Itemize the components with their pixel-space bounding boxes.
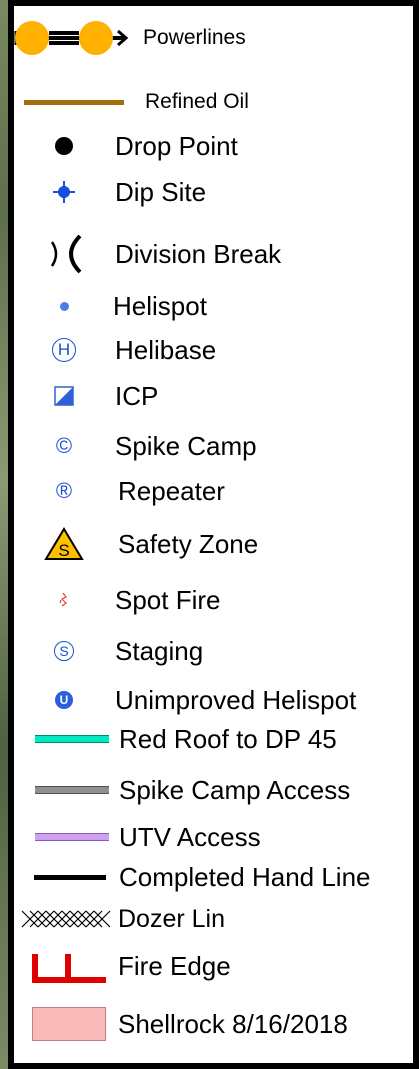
legend-label: Repeater <box>118 475 225 506</box>
legend-item-red-roof-to-dp-45: Red Roof to DP 45 <box>14 721 413 757</box>
legend-label: Spike Camp <box>115 430 257 461</box>
legend-item-powerlines: Powerlines <box>14 20 413 56</box>
legend-item-drop-point: Drop Point <box>14 128 413 164</box>
legend-item-staging: S Staging <box>14 633 413 669</box>
black-dot-icon <box>55 137 73 155</box>
legend-label: Dip Site <box>115 176 207 207</box>
division-break-icon <box>50 234 82 274</box>
legend-item-utv-access: UTV Access <box>14 819 413 855</box>
teal-line-icon <box>35 735 109 743</box>
legend-item-repeater: ® Repeater <box>14 473 413 509</box>
legend-label: Unimproved Helispot <box>115 684 357 715</box>
legend-item-icp: ICP <box>14 378 413 414</box>
legend-label: Drop Point <box>115 130 238 161</box>
legend-item-spike-camp-access: Spike Camp Access <box>14 772 413 808</box>
legend-label: Division Break <box>115 238 282 269</box>
legend-item-fire-edge: Fire Edge <box>14 944 413 988</box>
powerline-icon <box>14 21 129 55</box>
safety-zone-icon: S <box>44 527 84 560</box>
legend-label: ICP <box>115 380 159 411</box>
spot-fire-icon <box>59 592 67 607</box>
legend-item-dozer-lin: Dozer Lin <box>14 901 413 937</box>
legend-label: Safety Zone <box>118 528 259 559</box>
fire-edge-icon <box>32 954 106 983</box>
map-legend: Powerlines Refined Oil Drop Point Dip Si… <box>14 6 413 1063</box>
legend-item-refined-oil: Refined Oil <box>14 84 413 120</box>
dozer-line-icon <box>21 910 111 928</box>
legend-item-dip-site: Dip Site <box>14 174 413 210</box>
dip-site-icon <box>53 181 75 203</box>
legend-label: Staging <box>115 635 204 666</box>
legend-item-spike-camp: © Spike Camp <box>14 428 413 464</box>
legend-item-helibase: H Helibase <box>14 332 413 368</box>
legend-label: Spot Fire <box>115 584 221 615</box>
lavender-line-icon <box>35 833 109 841</box>
legend-label: Fire Edge <box>118 950 231 981</box>
legend-label: Refined Oil <box>145 90 249 113</box>
legend-label: Red Roof to DP 45 <box>119 723 337 754</box>
svg-text:S: S <box>58 541 69 560</box>
gray-line-icon <box>35 786 109 794</box>
legend-label: Helibase <box>115 334 217 365</box>
legend-label: Helispot <box>113 290 207 321</box>
blue-dot-icon <box>59 301 69 311</box>
helibase-icon: H <box>52 338 76 362</box>
legend-item-helispot: Helispot <box>14 288 413 324</box>
legend-item-safety-zone: S Safety Zone <box>14 524 413 564</box>
brown-line-icon <box>24 99 124 105</box>
repeater-icon: ® <box>55 478 73 503</box>
legend-item-completed-hand-line: Completed Hand Line <box>14 859 413 895</box>
legend-label: UTV Access <box>119 821 261 852</box>
perimeter-fill-icon <box>32 1007 106 1041</box>
black-line-icon <box>34 874 106 880</box>
legend-label: Shellrock 8/16/2018 <box>118 1008 348 1039</box>
unimproved-helispot-icon: U <box>55 691 73 709</box>
legend-label: Dozer Lin <box>118 904 225 933</box>
icp-icon <box>54 386 74 406</box>
legend-item-division-break: Division Break <box>14 232 413 276</box>
spike-camp-icon: © <box>55 433 73 458</box>
legend-label: Powerlines <box>143 26 246 49</box>
legend-item-unimproved-helispot: U Unimproved Helispot <box>14 682 413 718</box>
staging-icon: S <box>54 641 74 661</box>
legend-label: Completed Hand Line <box>119 861 371 892</box>
legend-item-shellrock: Shellrock 8/16/2018 <box>14 1004 413 1044</box>
legend-label: Spike Camp Access <box>119 774 351 805</box>
legend-item-spot-fire: Spot Fire <box>14 582 413 618</box>
